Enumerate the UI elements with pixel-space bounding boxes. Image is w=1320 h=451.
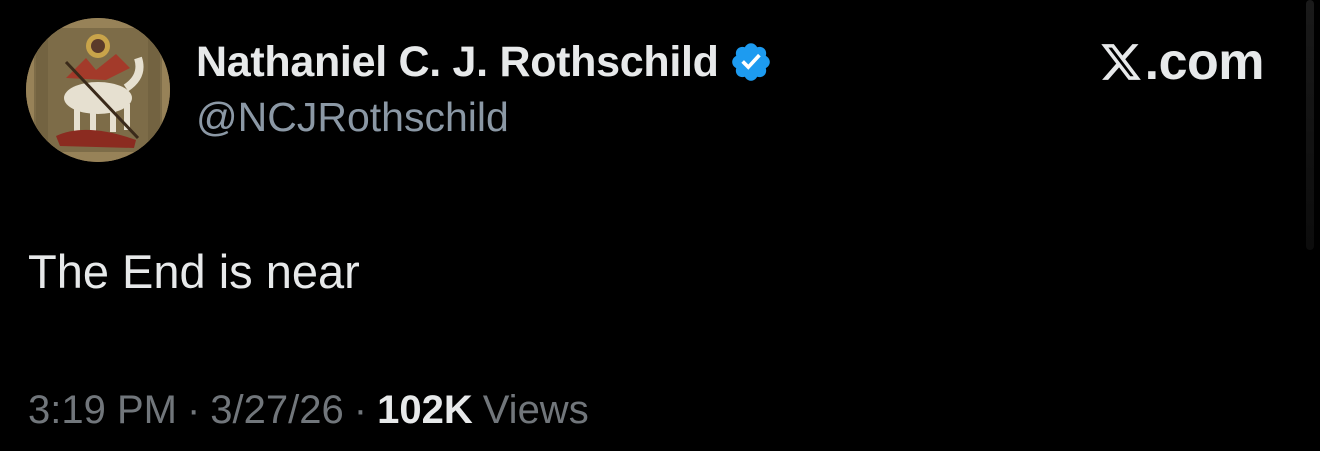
tweet-time[interactable]: 3:19 PM: [28, 388, 177, 433]
display-name[interactable]: Nathaniel C. J. Rothschild: [196, 38, 719, 87]
avatar[interactable]: [26, 18, 170, 162]
meta-separator: ·: [186, 388, 201, 432]
tweet-card: Nathaniel C. J. Rothschild @NCJRothschil…: [0, 0, 1320, 451]
verified-badge-icon[interactable]: [729, 40, 773, 84]
tweet-text: The End is near: [28, 245, 360, 298]
brand-domain-label: .com: [1144, 33, 1265, 91]
tweet-date[interactable]: 3/27/26: [210, 388, 343, 433]
author-handle[interactable]: @NCJRothschild: [196, 94, 509, 141]
author-name-row: Nathaniel C. J. Rothschild: [196, 36, 773, 88]
avatar-icon-image: [26, 18, 170, 162]
meta-separator: ·: [353, 388, 368, 432]
views-label: Views: [482, 388, 589, 432]
tweet-meta: 3:19 PM · 3/27/26 · 102K Views: [28, 388, 589, 433]
x-logo-icon: [1099, 40, 1143, 84]
scrollbar[interactable]: [1306, 0, 1314, 250]
views-count[interactable]: 102K: [377, 388, 473, 433]
brand-watermark: .com: [1099, 32, 1265, 92]
